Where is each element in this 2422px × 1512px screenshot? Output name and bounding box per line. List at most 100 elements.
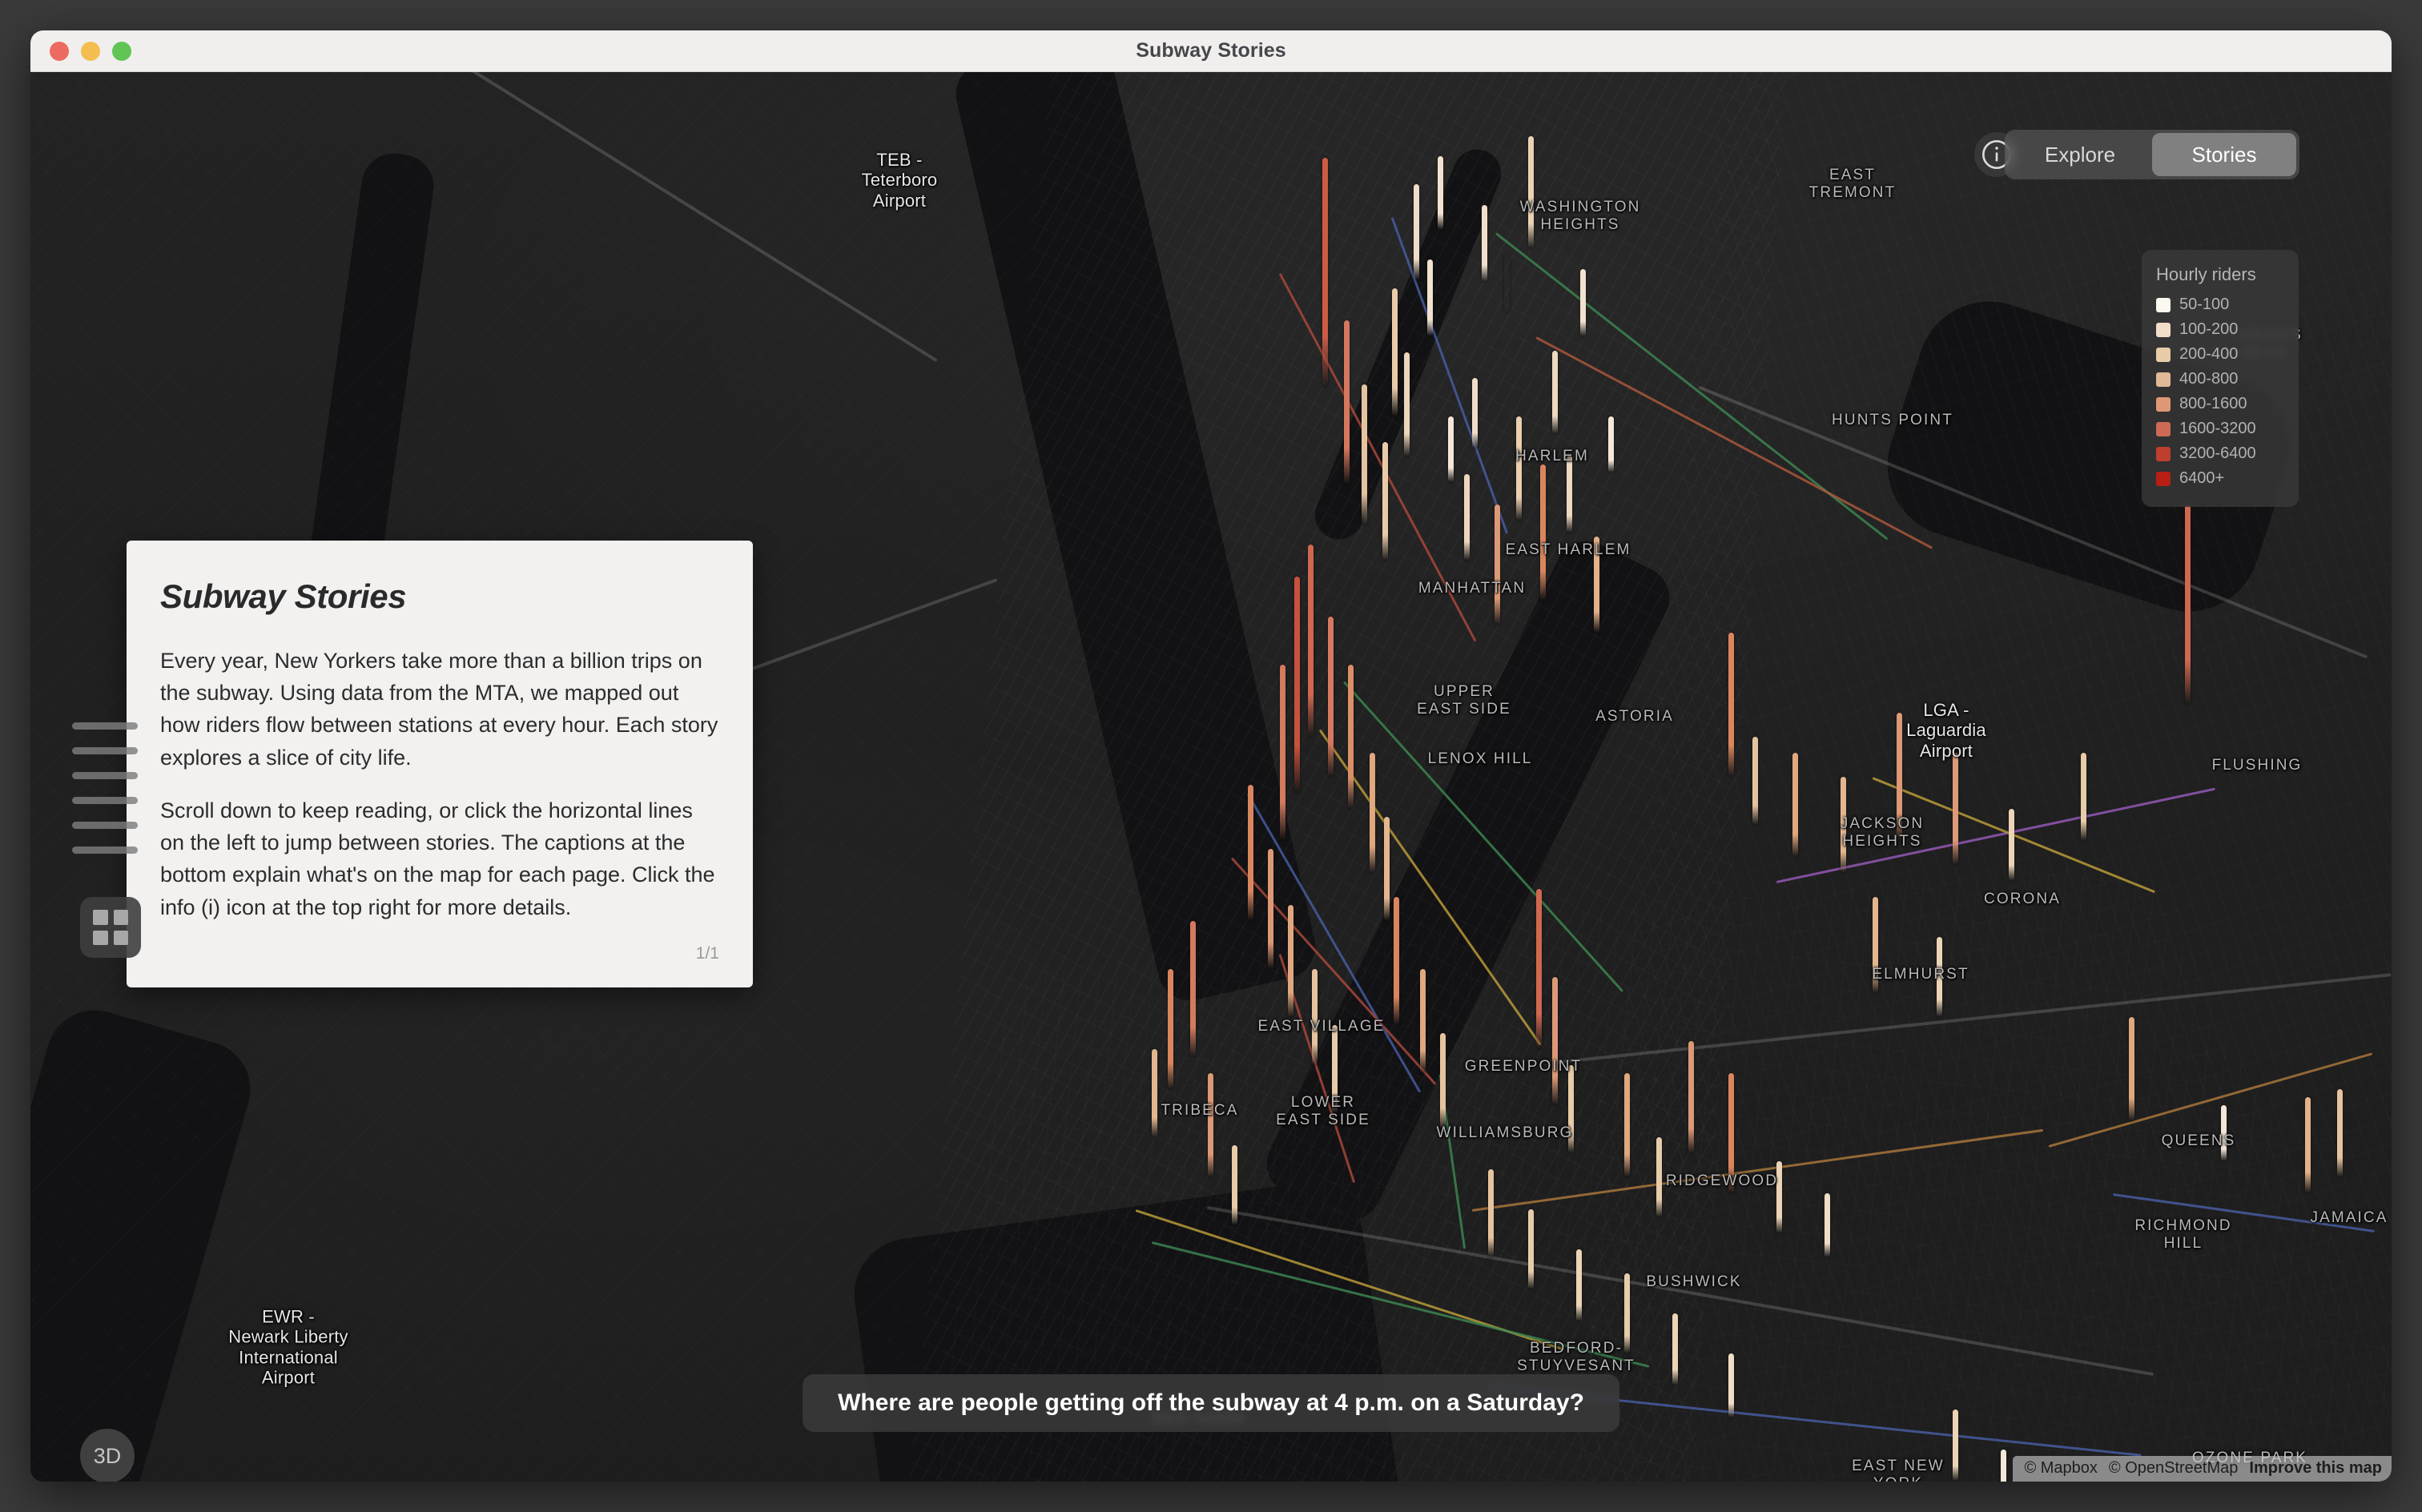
ridership-bar[interactable] bbox=[1248, 785, 1253, 921]
ridership-bar[interactable] bbox=[1427, 259, 1433, 336]
ridership-bar[interactable] bbox=[2009, 809, 2014, 881]
ridership-bar[interactable] bbox=[1294, 577, 1300, 793]
map-canvas[interactable]: TEB - Teterboro AirportWASHINGTON HEIGHT… bbox=[30, 72, 2392, 1482]
ridership-bar[interactable] bbox=[1825, 1193, 1830, 1257]
attribution-osm[interactable]: © OpenStreetMap bbox=[2109, 1459, 2238, 1478]
ridership-bar[interactable] bbox=[2221, 1105, 2227, 1161]
legend-swatch bbox=[2156, 422, 2171, 436]
ridership-bar[interactable] bbox=[1488, 1169, 1494, 1257]
ridership-bar[interactable] bbox=[1516, 416, 1522, 521]
ridership-bar[interactable] bbox=[1528, 136, 1534, 248]
three-d-toggle-button[interactable]: 3D bbox=[80, 1429, 135, 1482]
ridership-bar[interactable] bbox=[2305, 1097, 2311, 1193]
ridership-bar[interactable] bbox=[1953, 1409, 1958, 1482]
ridership-bar[interactable] bbox=[1728, 633, 1734, 777]
ridership-bar[interactable] bbox=[1552, 977, 1558, 1105]
ridership-bar[interactable] bbox=[1332, 1025, 1338, 1113]
ridership-bar[interactable] bbox=[2129, 1017, 2134, 1121]
legend-swatch bbox=[2156, 298, 2171, 312]
ridership-bar[interactable] bbox=[1438, 156, 1443, 230]
ridership-bar[interactable] bbox=[1567, 456, 1572, 533]
ridership-bar[interactable] bbox=[1495, 505, 1500, 625]
ridership-bar[interactable] bbox=[1937, 937, 1942, 1017]
ridership-bar[interactable] bbox=[1540, 464, 1546, 601]
ridership-bar[interactable] bbox=[1288, 905, 1293, 1017]
ridership-bar[interactable] bbox=[1312, 969, 1318, 1065]
ridership-bar[interactable] bbox=[1594, 537, 1599, 633]
ridership-bar[interactable] bbox=[1841, 777, 1846, 873]
story-nav-lines[interactable] bbox=[72, 722, 138, 854]
ridership-bar[interactable] bbox=[1624, 1273, 1630, 1353]
ridership-bar[interactable] bbox=[1536, 889, 1542, 1049]
ridership-bar[interactable] bbox=[1792, 753, 1798, 857]
story-card: Subway Stories Every year, New Yorkers t… bbox=[127, 541, 753, 987]
ridership-bar[interactable] bbox=[1208, 1073, 1213, 1177]
ridership-bar[interactable] bbox=[1688, 1041, 1694, 1153]
ridership-bar[interactable] bbox=[1382, 442, 1388, 561]
ridership-bar[interactable] bbox=[1448, 416, 1454, 482]
story-nav-line-3[interactable] bbox=[72, 772, 138, 779]
ridership-bar[interactable] bbox=[1420, 969, 1426, 1073]
ridership-bar[interactable] bbox=[1624, 1073, 1630, 1177]
ridership-bar[interactable] bbox=[2001, 1450, 2006, 1482]
ridership-bar[interactable] bbox=[1168, 969, 1173, 1089]
ridership-bar[interactable] bbox=[1608, 416, 1614, 472]
grid-cell bbox=[114, 910, 129, 925]
ridership-bar[interactable] bbox=[1414, 184, 1419, 280]
ridership-bar[interactable] bbox=[1576, 1249, 1582, 1321]
ridership-bar[interactable] bbox=[2081, 753, 2086, 841]
ridership-bar[interactable] bbox=[2337, 1089, 2343, 1177]
ridership-bar[interactable] bbox=[1672, 1313, 1678, 1385]
ridership-bar[interactable] bbox=[1752, 737, 1758, 825]
ridership-bar[interactable] bbox=[1656, 1137, 1662, 1217]
ridership-bar[interactable] bbox=[1404, 352, 1410, 456]
story-nav-line-5[interactable] bbox=[72, 822, 138, 829]
story-nav-line-2[interactable] bbox=[72, 747, 138, 754]
ridership-bar[interactable] bbox=[1472, 378, 1478, 448]
ridership-bar[interactable] bbox=[1528, 1209, 1534, 1289]
grid-icon[interactable] bbox=[80, 897, 141, 958]
ridership-bar[interactable] bbox=[1328, 617, 1334, 777]
tab-explore[interactable]: Explore bbox=[2008, 133, 2152, 176]
ridership-bar[interactable] bbox=[1392, 288, 1398, 416]
ridership-bar[interactable] bbox=[1152, 1049, 1157, 1137]
legend-item: 50-100 bbox=[2156, 296, 2284, 314]
ridership-bar[interactable] bbox=[1728, 1073, 1734, 1193]
legend-item: 3200-6400 bbox=[2156, 444, 2284, 463]
ridership-bar[interactable] bbox=[1348, 665, 1354, 809]
attribution-mapbox[interactable]: © Mapbox bbox=[2024, 1459, 2097, 1478]
legend-label: 200-400 bbox=[2179, 345, 2238, 364]
mode-segmented-control[interactable]: Explore Stories bbox=[2005, 130, 2299, 179]
attribution-bar[interactable]: © Mapbox © OpenStreetMap Improve this ma… bbox=[2013, 1456, 2392, 1482]
ridership-bar[interactable] bbox=[2185, 505, 2191, 705]
ridership-bar[interactable] bbox=[1482, 205, 1487, 282]
ridership-bar[interactable] bbox=[1552, 351, 1558, 434]
ridership-bar[interactable] bbox=[1344, 320, 1350, 485]
ridership-bar[interactable] bbox=[1776, 1161, 1782, 1233]
ridership-bar[interactable] bbox=[1394, 897, 1399, 1025]
ridership-bar[interactable] bbox=[1568, 1065, 1574, 1153]
attribution-improve-map[interactable]: Improve this map bbox=[2249, 1459, 2382, 1478]
ridership-bar[interactable] bbox=[1953, 753, 1958, 865]
title-bar: Subway Stories bbox=[30, 30, 2392, 72]
ridership-bar[interactable] bbox=[1308, 545, 1314, 737]
ridership-bar[interactable] bbox=[1268, 849, 1273, 969]
ridership-bar[interactable] bbox=[1728, 1353, 1734, 1418]
ridership-bar[interactable] bbox=[1384, 817, 1390, 921]
ridership-bar[interactable] bbox=[1362, 384, 1367, 525]
ridership-bar[interactable] bbox=[1464, 474, 1470, 561]
ridership-bar[interactable] bbox=[1873, 897, 1878, 993]
ridership-bar[interactable] bbox=[1440, 1033, 1446, 1129]
ridership-bar[interactable] bbox=[1504, 255, 1510, 312]
ridership-bar[interactable] bbox=[1897, 713, 1902, 841]
ridership-bar[interactable] bbox=[1232, 1145, 1237, 1225]
ridership-bar[interactable] bbox=[1580, 269, 1586, 336]
story-nav-line-4[interactable] bbox=[72, 797, 138, 804]
story-nav-line-1[interactable] bbox=[72, 722, 138, 730]
ridership-bar[interactable] bbox=[1280, 665, 1285, 841]
ridership-bar[interactable] bbox=[1370, 753, 1375, 873]
ridership-bar[interactable] bbox=[1322, 158, 1328, 387]
story-nav-line-6[interactable] bbox=[72, 846, 138, 854]
ridership-bar[interactable] bbox=[1190, 921, 1196, 1057]
tab-stories[interactable]: Stories bbox=[2152, 133, 2296, 176]
